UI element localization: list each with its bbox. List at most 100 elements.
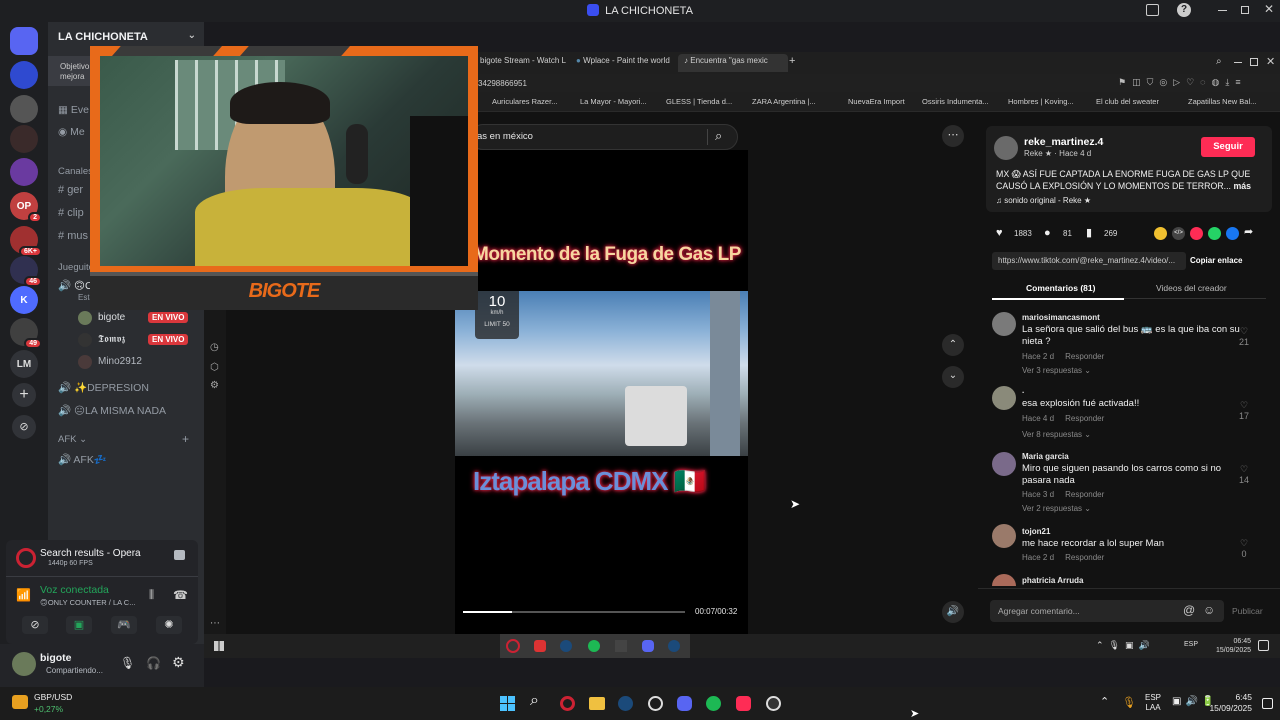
events-item[interactable]: ▦ Eve [58,104,89,116]
spotify-icon[interactable] [588,640,600,652]
close-icon[interactable]: ✕ [1266,55,1275,68]
bookmark-4[interactable]: ZARA Argentina |... [752,97,816,106]
text-channel-1[interactable]: # ger [58,184,83,196]
notifications-icon[interactable] [1262,698,1273,709]
avatar[interactable] [992,386,1016,410]
reply-link[interactable]: Responder [1065,490,1104,499]
settings-gear-icon[interactable]: ⚙ [210,380,219,391]
bookmark-3[interactable]: GLESS | Tienda d... [666,97,732,106]
view-replies[interactable]: Ver 3 respuestas ⌄ [1022,366,1091,375]
add-server-icon[interactable]: + [12,383,36,407]
app-icon[interactable] [615,640,627,652]
server-server-avatar-10[interactable]: LM [10,350,38,378]
file-explorer-icon[interactable] [589,697,605,710]
browser-toolbar-icons[interactable]: ⚑◫⛉◎▷♡◌◍⤓≡ [1118,77,1247,88]
comment-user[interactable]: tojon21 [1022,527,1050,536]
bookmark-9[interactable]: Zapatillas New Bal... [1188,97,1256,106]
avatar[interactable] [992,452,1016,476]
disconnect-icon[interactable]: ☎ [173,588,188,602]
more-link[interactable]: más [1233,181,1251,191]
opera-icon[interactable] [560,696,575,711]
discover-icon[interactable]: ⊘ [12,415,36,439]
server-discord-logo-0[interactable] [10,27,38,55]
more-icon[interactable]: ⋯ [210,618,220,629]
tab-wplace[interactable]: ● Wplace - Paint the world [576,56,670,65]
maximize-icon[interactable] [1250,58,1258,66]
comment-user[interactable]: . [1022,386,1024,395]
server-server-avatar-4[interactable] [10,158,38,186]
camera-off-icon[interactable]: ⊘ [22,616,48,634]
members-item[interactable]: ◉ Me [58,126,85,138]
spotify-icon[interactable] [706,696,721,711]
post-sound[interactable]: ♫ sonido original - Reke ★ [996,196,1091,205]
text-channel-2[interactable]: # clip [58,207,84,219]
tab-comments[interactable]: Comentarios (81) [1026,283,1095,293]
help-icon[interactable]: ? [1177,3,1191,17]
server-header[interactable]: LA CHICHONETA ⌄ [58,30,198,43]
voice-channel-active[interactable]: 🔊 🙃O [58,279,93,292]
comment-like[interactable]: ♡ 17 [1236,400,1252,421]
facebook-icon[interactable] [1226,227,1239,240]
settings-gear-icon[interactable]: ⚙ [172,654,185,671]
heart-icon[interactable]: ♥ [996,227,1003,239]
tray-icons[interactable]: ⌃🎙▣🔊 [1096,640,1155,651]
comment-like[interactable]: ♡ 21 [1236,326,1252,347]
bookmark-icon[interactable]: ▮ [1086,226,1092,239]
server-server-avatar-9[interactable]: 49 [10,318,42,349]
notifications-icon[interactable] [1258,640,1269,651]
voice-user-bigote[interactable]: bigote EN VIVO [78,310,198,326]
bookmark-8[interactable]: El club del sweater [1096,97,1159,106]
volume-icon[interactable]: 🔊 [942,601,964,623]
bookmark-1[interactable]: Auriculares Razer... [492,97,557,106]
microphone-icon[interactable]: 🎙 [1122,696,1136,709]
ticker-name[interactable]: GBP/USD [34,692,72,702]
history-icon[interactable]: ◷ [210,342,219,353]
bookmark-7[interactable]: Hombres | Koving... [1008,97,1074,106]
voice-channel-name[interactable]: 🙃ONLY COUNTER / LA C... [40,598,135,607]
comment-like[interactable]: ♡ 14 [1236,464,1252,485]
progress-track[interactable] [463,611,685,613]
discord-icon[interactable] [642,640,654,652]
reply-link[interactable]: Responder [1065,352,1104,361]
post-author[interactable]: reke_martinez.4 [1024,136,1103,148]
avatar[interactable] [992,312,1016,336]
afk-category[interactable]: AFK ⌄ [58,434,87,445]
noise-suppression-icon[interactable]: ⫼ [149,589,154,602]
comment-user[interactable]: phatricia Arruda [1022,576,1084,585]
steam-icon[interactable] [618,696,633,711]
avatar[interactable] [992,524,1016,548]
comment-like[interactable]: ♡ 0 [1236,538,1252,559]
more-options-icon[interactable]: ⋯ [942,125,964,147]
bookmark-5[interactable]: NuevaEra Import [848,97,905,106]
avatar[interactable] [12,652,36,676]
obs-icon[interactable] [766,696,781,711]
chevron-up-icon[interactable]: ⌃ [1100,695,1109,708]
next-video-icon[interactable]: ⌄ [942,366,964,388]
publish-button[interactable]: Publicar [1232,606,1263,616]
follow-button[interactable]: Seguir [1201,137,1255,157]
bookmark-2[interactable]: La Mayor - Mayori... [580,97,647,106]
steam-icon[interactable] [560,640,572,652]
text-category[interactable]: Canales [58,166,93,177]
share-arrow-icon[interactable]: ➦ [1244,225,1253,238]
add-channel-icon[interactable]: + [182,432,189,446]
voice-channel-depresion[interactable]: 🔊 ✨DEPRESION [58,381,149,394]
tray-clock[interactable]: 06:45 15/09/2025 [1216,637,1251,655]
tiktok-icon[interactable] [736,696,751,711]
search-tabs-icon[interactable]: ⌕ [1216,56,1222,67]
clock[interactable]: 6:45 15/09/2025 [1206,692,1252,714]
server-server-avatar-5[interactable]: OP 2 [10,192,42,223]
mention-icon[interactable]: @ [1183,603,1195,617]
post-link-field[interactable]: https://www.tiktok.com/@reke_martinez.4/… [992,252,1186,270]
comment-user[interactable]: Maria garcia [1022,452,1069,461]
comment-user[interactable]: mariosimancasmont [1022,313,1100,322]
server-server-avatar-6[interactable]: 6K+ [10,226,42,257]
avatar[interactable] [992,574,1016,586]
reply-link[interactable]: Responder [1065,414,1104,423]
copy-link-button[interactable]: Copiar enlace [1190,256,1242,265]
language-indicator[interactable]: ESP LAA [1145,693,1161,713]
server-la-chichoneta-server-1[interactable] [10,61,38,89]
voice-channel-misma-nada[interactable]: 🔊 😐LA MISMA NADA [58,404,166,417]
share-coin-icon[interactable] [1154,227,1167,240]
avatar[interactable] [994,136,1018,160]
